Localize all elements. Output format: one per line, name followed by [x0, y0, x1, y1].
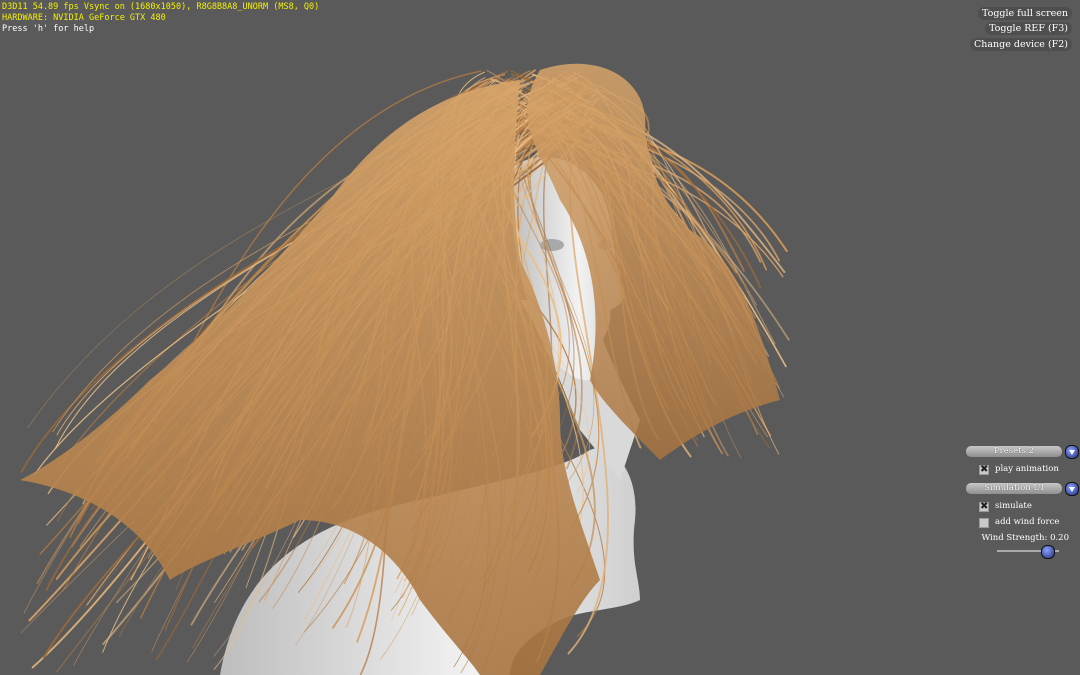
hair-render-viewport[interactable] — [0, 0, 1080, 675]
play-animation-label: play animation — [995, 464, 1059, 474]
simulate-checkbox[interactable] — [979, 501, 989, 512]
wind-strength-slider-thumb[interactable] — [1040, 545, 1055, 559]
toggle-fullscreen-button[interactable]: Toggle full screen — [978, 7, 1072, 20]
play-animation-checkbox[interactable] — [979, 464, 989, 475]
simulate-label: simulate — [995, 501, 1032, 511]
wind-force-label: add wind force — [995, 517, 1060, 527]
presets-chevron-down-icon[interactable] — [1065, 445, 1079, 459]
stats-overlay: D3D11 54.89 fps Vsync on (1680x1050), R8… — [2, 2, 319, 35]
simulation-ui-dropdown[interactable]: Simulation UI — [966, 483, 1062, 494]
toggle-ref-button[interactable]: Toggle REF (F3) — [985, 22, 1072, 35]
stats-hardware-line: HARDWARE: NVIDIA GeForce GTX 480 — [2, 13, 166, 23]
stats-fps-line: D3D11 54.89 fps Vsync on (1680x1050), R8… — [2, 2, 320, 12]
simulation-ui-chevron-down-icon[interactable] — [1065, 482, 1079, 496]
presets-dropdown[interactable]: Presets 2 — [966, 446, 1062, 457]
change-device-button[interactable]: Change device (F2) — [969, 38, 1072, 51]
stats-help-line: Press 'h' for help — [2, 24, 95, 34]
wind-strength-label: Wind Strength: 0.20 — [981, 533, 1069, 543]
wind-force-checkbox[interactable] — [979, 518, 989, 528]
